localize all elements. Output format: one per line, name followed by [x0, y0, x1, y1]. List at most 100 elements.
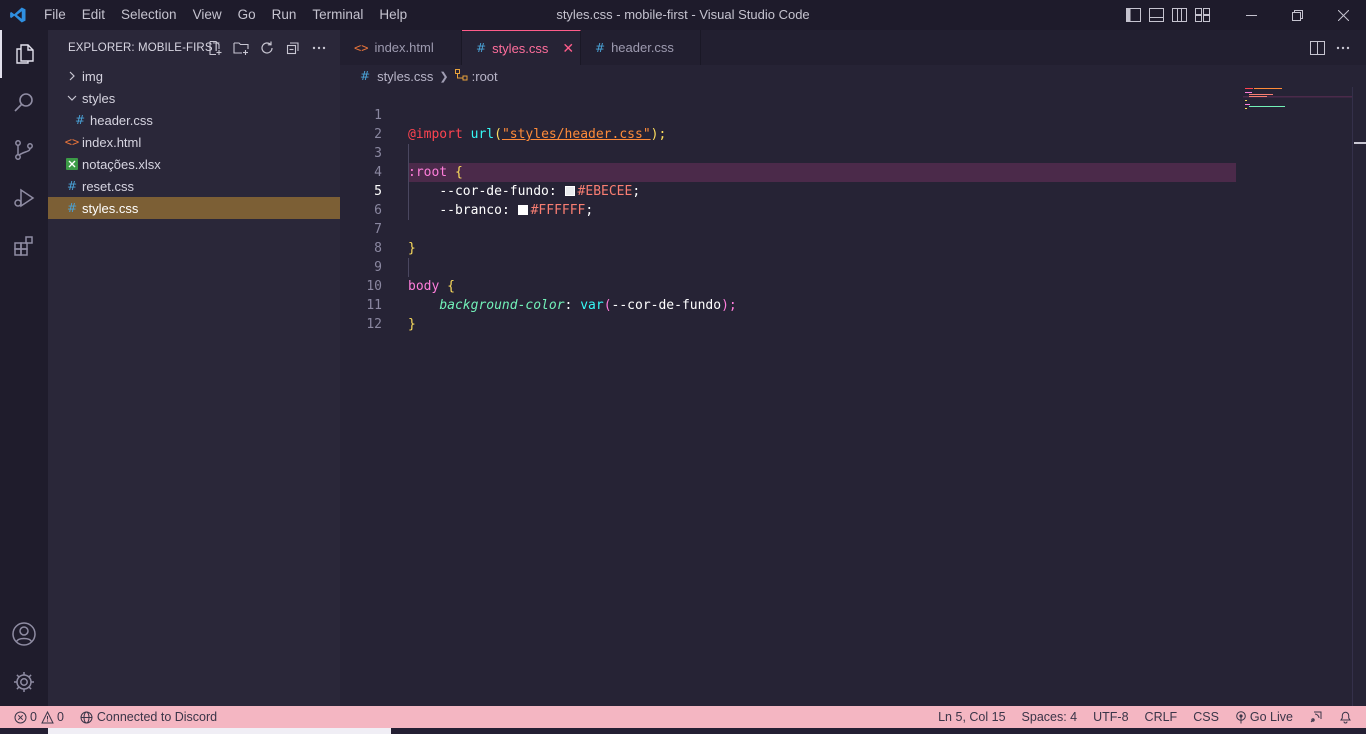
restore-icon[interactable]	[1274, 0, 1320, 30]
menu-help[interactable]: Help	[371, 0, 415, 30]
tree-item-reset-css[interactable]: # reset.css	[48, 175, 340, 197]
editor-actions	[1304, 30, 1356, 65]
code-line: 11 }	[340, 277, 1240, 332]
title-bar-controls	[1122, 0, 1366, 30]
menu-file[interactable]: File	[36, 0, 74, 30]
explorer-icon[interactable]	[0, 30, 48, 78]
menu-bar: File Edit Selection View Go Run Terminal…	[36, 0, 415, 30]
run-debug-icon[interactable]	[0, 174, 48, 222]
toggle-panel-icon[interactable]	[1145, 0, 1168, 30]
minimize-icon[interactable]	[1228, 0, 1274, 30]
more-actions-icon[interactable]	[306, 30, 332, 65]
tree-item-img[interactable]: img	[48, 65, 340, 87]
error-count: 0	[30, 710, 37, 724]
code-line: 4 --cor-de-fundo: #EBECEE;	[340, 144, 1240, 199]
cursor-position[interactable]: Ln 5, Col 15	[930, 706, 1013, 728]
more-editor-actions-icon[interactable]	[1330, 30, 1356, 65]
line-number: 12	[366, 317, 382, 332]
activity-bar	[0, 30, 48, 706]
taskbar-strip	[0, 728, 1366, 734]
breadcrumb-file[interactable]: styles.css	[377, 69, 433, 84]
close-window-icon[interactable]	[1320, 0, 1366, 30]
notifications-bell-icon[interactable]	[1331, 706, 1360, 728]
vscode-logo-icon	[0, 0, 36, 30]
toggle-primary-sidebar-icon[interactable]	[1122, 0, 1145, 30]
css-hash-icon: #	[74, 113, 86, 127]
go-live-button[interactable]: Go Live	[1227, 706, 1301, 728]
go-live-label: Go Live	[1249, 710, 1293, 724]
menu-terminal[interactable]: Terminal	[304, 0, 371, 30]
tree-item-label: header.css	[90, 112, 153, 128]
split-editor-icon[interactable]	[1304, 30, 1330, 65]
explorer-title: EXPLORER: MOBILE-FIRST	[68, 41, 220, 54]
tree-item-notacoes-xlsx[interactable]: notações.xlsx	[48, 153, 340, 175]
tree-item-header-css[interactable]: # header.css	[48, 109, 340, 131]
tree-item-label: styles	[82, 90, 116, 106]
editor-tabs: <> index.html # styles.css ✕ # header.cs…	[340, 30, 1366, 65]
close-tab-icon[interactable]: ✕	[562, 40, 574, 57]
tree-item-label: reset.css	[82, 178, 135, 194]
customize-layout-icon[interactable]	[1191, 0, 1214, 30]
code-line: 7 }	[340, 201, 1240, 256]
feedback-icon[interactable]	[1301, 706, 1331, 728]
problems-indicator[interactable]: 0 0	[0, 706, 72, 728]
menu-view[interactable]: View	[185, 0, 230, 30]
html-icon: <>	[354, 40, 369, 55]
code-editor[interactable]: 1 @import url("styles/header.css"); 2 3 …	[340, 87, 1366, 706]
code-line: 1 @import url("styles/header.css");	[340, 87, 1240, 142]
tree-item-styles-css[interactable]: # styles.css	[48, 197, 340, 219]
discord-status[interactable]: Connected to Discord	[72, 706, 225, 728]
menu-selection[interactable]: Selection	[113, 0, 185, 30]
settings-gear-icon[interactable]	[0, 658, 48, 706]
chevron-down-icon	[64, 87, 80, 109]
css-hash-icon: #	[595, 40, 606, 55]
end-of-line[interactable]: CRLF	[1137, 706, 1186, 728]
explorer-sidebar: EXPLORER: MOBILE-FIRST img styles # head…	[48, 30, 340, 706]
chevron-right-icon	[64, 65, 80, 87]
tab-index-html[interactable]: <> index.html	[340, 30, 462, 65]
token-brace: }	[408, 317, 416, 332]
css-hash-icon: #	[66, 201, 78, 215]
css-hash-icon: #	[66, 179, 78, 193]
tab-header-css[interactable]: # header.css	[581, 30, 701, 65]
status-bar: 0 0 Connected to Discord Ln 5, Col 15 Sp…	[0, 706, 1366, 728]
explorer-actions	[202, 30, 332, 65]
tree-item-styles[interactable]: styles	[48, 87, 340, 109]
code-line: 8	[340, 220, 1240, 256]
encoding[interactable]: UTF-8	[1085, 706, 1136, 728]
menu-go[interactable]: Go	[230, 0, 264, 30]
new-file-icon[interactable]	[202, 30, 228, 65]
tree-item-label: notações.xlsx	[82, 156, 161, 172]
extensions-icon[interactable]	[0, 222, 48, 270]
menu-run[interactable]: Run	[264, 0, 305, 30]
tab-label: styles.css	[492, 40, 549, 56]
code-line: 10 background-color: var(--cor-de-fundo)…	[340, 258, 1240, 313]
search-icon[interactable]	[0, 78, 48, 126]
scrollbar-cursor-marker	[1354, 142, 1366, 144]
source-control-icon[interactable]	[0, 126, 48, 174]
tree-item-label: styles.css	[82, 200, 139, 216]
file-tree: img styles # header.css <> index.html no…	[48, 65, 340, 219]
menu-edit[interactable]: Edit	[74, 0, 113, 30]
tab-label: index.html	[374, 40, 434, 55]
toggle-secondary-sidebar-icon[interactable]	[1168, 0, 1191, 30]
minimap[interactable]	[1243, 87, 1353, 127]
tab-styles-css[interactable]: # styles.css ✕	[462, 30, 581, 65]
indentation[interactable]: Spaces: 4	[1014, 706, 1086, 728]
refresh-icon[interactable]	[254, 30, 280, 65]
broadcast-icon	[1236, 710, 1246, 723]
code-line: 9 body {	[340, 239, 1240, 294]
tree-item-index-html[interactable]: <> index.html	[48, 131, 340, 153]
taskbar-thumb	[48, 728, 391, 734]
chevron-right-icon: ❯	[439, 70, 449, 83]
new-folder-icon[interactable]	[228, 30, 254, 65]
breadcrumb-symbol[interactable]: :root	[472, 69, 498, 84]
breadcrumb: # styles.css ❯ :root	[340, 65, 1240, 87]
code-line-current: 5 --branco: #FFFFFF;	[340, 163, 1240, 218]
vertical-scrollbar[interactable]	[1352, 87, 1366, 706]
code-line: 3 :root {	[340, 125, 1240, 180]
code-line: 2	[340, 106, 1240, 142]
language-mode[interactable]: CSS	[1185, 706, 1227, 728]
accounts-icon[interactable]	[0, 610, 48, 658]
collapse-all-icon[interactable]	[280, 30, 306, 65]
